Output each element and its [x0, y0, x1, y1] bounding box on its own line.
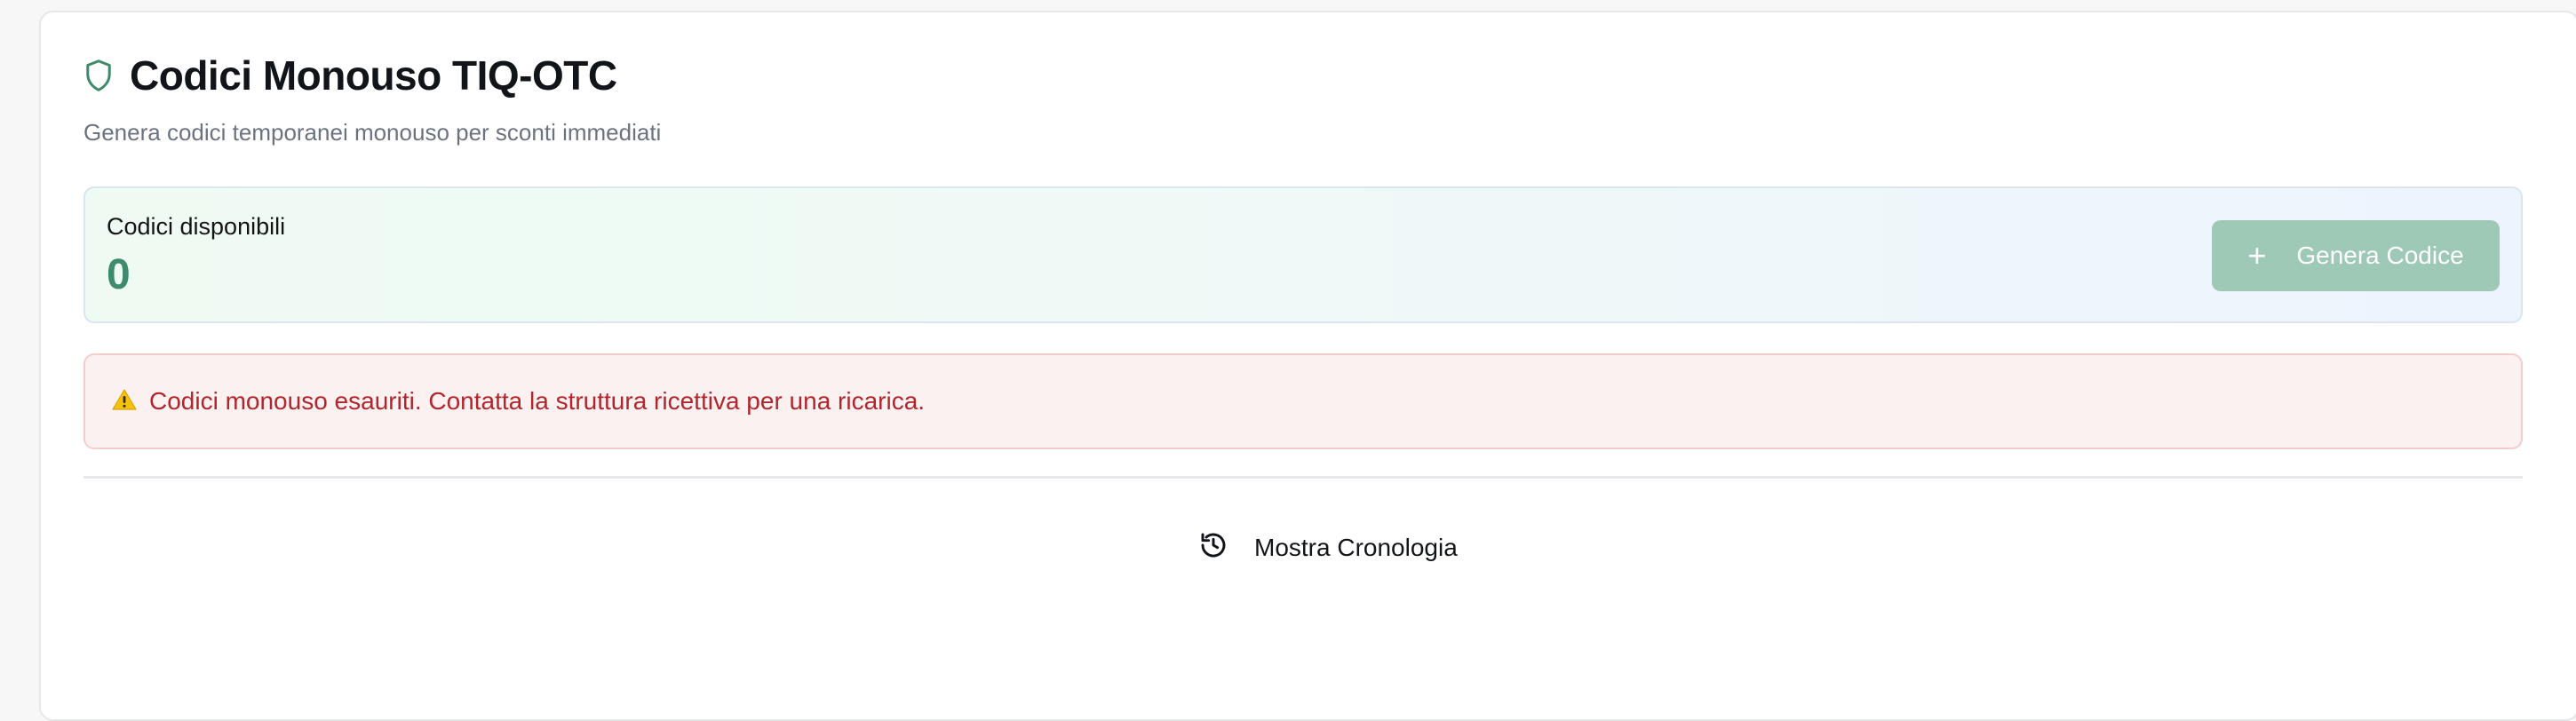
page-title: Codici Monouso TIQ-OTC	[130, 52, 617, 99]
stats-panel: Codici disponibili 0 + Genera Codice	[83, 186, 2523, 323]
generate-code-button[interactable]: + Genera Codice	[2212, 220, 2500, 291]
generate-code-label: Genera Codice	[2296, 242, 2464, 269]
available-codes-label: Codici disponibili	[107, 213, 286, 240]
page-subtitle: Genera codici temporanei monouso per sco…	[83, 119, 662, 146]
divider	[83, 476, 2523, 479]
warning-icon	[112, 388, 137, 416]
shield-icon	[83, 59, 114, 92]
alert-banner: Codici monouso esauriti. Contatta la str…	[83, 353, 2523, 449]
show-history-label: Mostra Cronologia	[1254, 533, 1458, 561]
alert-text: Codici monouso esauriti. Contatta la str…	[149, 387, 926, 415]
history-icon	[1199, 531, 1228, 564]
available-codes-count: 0	[107, 251, 131, 298]
show-history-button[interactable]: Mostra Cronologia	[1199, 531, 1458, 564]
plus-icon: +	[2247, 237, 2267, 273]
otc-card: Codici Monouso TIQ-OTC Genera codici tem…	[39, 11, 2576, 721]
header: Codici Monouso TIQ-OTC	[83, 52, 617, 99]
